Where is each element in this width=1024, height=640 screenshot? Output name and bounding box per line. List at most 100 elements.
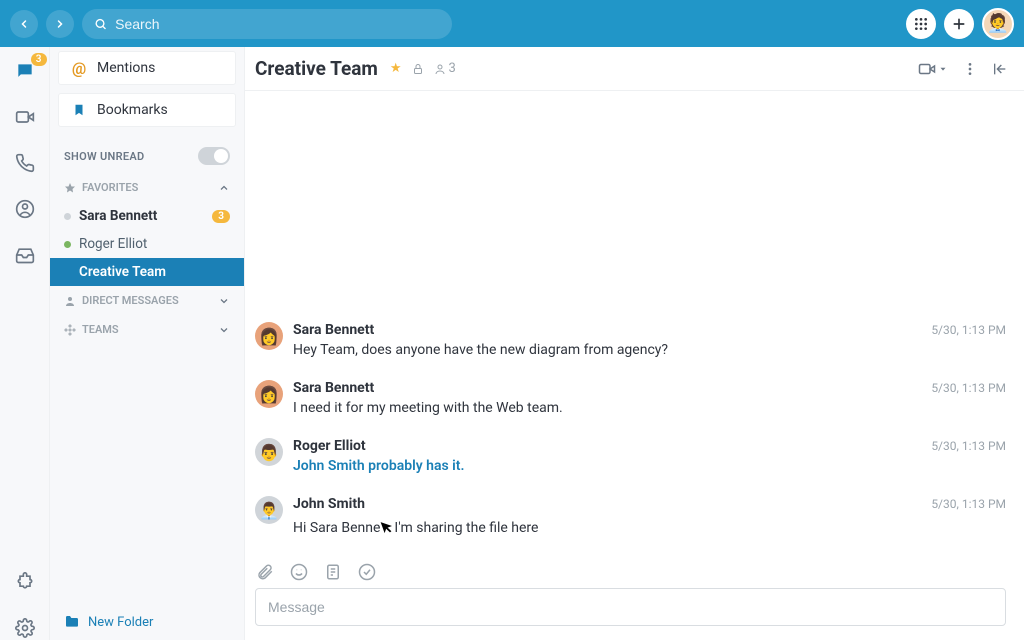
caret-down-icon: [938, 64, 948, 74]
video-icon: [15, 107, 35, 127]
nav-forward-button[interactable]: [46, 10, 74, 38]
composer-toolbar: [245, 554, 1024, 588]
show-unread-toggle[interactable]: [198, 147, 230, 165]
person-circle-icon: [15, 199, 35, 219]
person-icon: [64, 295, 76, 307]
search-field[interactable]: [82, 9, 452, 39]
team-icon: [64, 324, 76, 336]
contacts-rail-button[interactable]: [13, 197, 37, 221]
phone-icon: [15, 153, 35, 173]
chat-icon: [15, 61, 35, 81]
new-folder-button[interactable]: New Folder: [64, 614, 230, 630]
collapse-panel-button[interactable]: [992, 60, 1008, 78]
favorite-star-icon[interactable]: ★: [390, 61, 402, 76]
apps-rail-button[interactable]: [13, 570, 37, 594]
message-feed[interactable]: 👩 Sara Bennett 5/30, 1:13 PM Hey Team, does…: [245, 91, 1024, 554]
message-avatar[interactable]: 👩: [255, 322, 283, 350]
video-icon: [918, 60, 936, 78]
favorite-name: Sara Bennett: [79, 208, 204, 224]
topbar: 🧑‍💼: [0, 0, 1024, 47]
attach-button[interactable]: [255, 562, 275, 582]
new-folder-label: New Folder: [88, 615, 153, 630]
inbox-rail-button[interactable]: [13, 243, 37, 267]
conversation-header: Creative Team ★ 3: [245, 47, 1024, 91]
message-avatar[interactable]: 👨: [255, 438, 283, 466]
message: 👩 Sara Bennett 5/30, 1:13 PM Hey Team, does…: [255, 312, 1006, 370]
gear-icon: [15, 618, 35, 638]
show-unread-row: SHOW UNREAD: [50, 131, 244, 173]
favorite-item[interactable]: Creative Team: [50, 258, 244, 286]
composer-input-wrap[interactable]: [255, 588, 1006, 626]
add-button[interactable]: [944, 9, 974, 39]
message-avatar[interactable]: 👨‍💼: [255, 496, 283, 524]
sidebar: @ Mentions Bookmarks SHOW UNREAD FAVORIT…: [50, 47, 245, 640]
status-dot: [64, 241, 71, 248]
message-author[interactable]: Roger Elliot: [293, 438, 366, 454]
puzzle-icon: [15, 572, 35, 592]
message-avatar[interactable]: 👩: [255, 380, 283, 408]
favorite-item[interactable]: Roger Elliot: [50, 230, 244, 258]
favorite-item[interactable]: Sara Bennett 3: [50, 202, 244, 230]
message-timestamp: 5/30, 1:13 PM: [931, 439, 1006, 453]
bookmark-icon: [71, 103, 87, 117]
video-rail-button[interactable]: [13, 105, 37, 129]
cursor-icon: [380, 518, 394, 534]
favorites-section-header[interactable]: FAVORITES: [50, 173, 244, 202]
message-text: I need it for my meeting with the Web te…: [293, 400, 1006, 416]
check-circle-icon: [358, 563, 376, 581]
message-author[interactable]: John Smith: [293, 496, 365, 512]
conversation-pane: Creative Team ★ 3 👩 Sara Bennett 5/30, 1:1…: [245, 47, 1024, 640]
person-icon: [434, 63, 446, 75]
smile-icon: [290, 563, 308, 581]
more-options-button[interactable]: [962, 60, 978, 78]
lock-icon: [412, 63, 424, 75]
phone-rail-button[interactable]: [13, 151, 37, 175]
icon-rail: 3: [0, 47, 50, 640]
direct-messages-section-header[interactable]: DIRECT MESSAGES: [50, 286, 244, 315]
message-timestamp: 5/30, 1:13 PM: [931, 497, 1006, 511]
dialpad-button[interactable]: [906, 9, 936, 39]
message-timestamp: 5/30, 1:13 PM: [931, 381, 1006, 395]
bookmarks-label: Bookmarks: [97, 102, 168, 118]
search-icon: [94, 17, 107, 31]
message-text: Hey Team, does anyone have the new diagr…: [293, 342, 1006, 358]
message-author[interactable]: Sara Bennett: [293, 322, 374, 338]
chat-rail-button[interactable]: 3: [13, 59, 37, 83]
status-dot: [64, 213, 71, 220]
message-text[interactable]: John Smith probably has it.: [293, 458, 1006, 474]
message-timestamp: 5/30, 1:13 PM: [931, 323, 1006, 337]
chevron-right-icon: [54, 18, 66, 30]
note-icon: [324, 563, 342, 581]
member-count[interactable]: 3: [434, 61, 456, 76]
inbox-icon: [15, 245, 35, 265]
composer-input[interactable]: [268, 599, 993, 615]
settings-rail-button[interactable]: [13, 616, 37, 640]
at-icon: @: [71, 59, 87, 78]
message-text: Hi Sara BenneI'm sharing the file here: [293, 516, 1006, 536]
profile-avatar[interactable]: 🧑‍💼: [982, 8, 1014, 40]
star-icon: [64, 182, 76, 194]
chevron-up-icon: [218, 182, 230, 194]
task-button[interactable]: [357, 562, 377, 582]
teams-section-header[interactable]: TEAMS: [50, 315, 244, 344]
show-unread-label: SHOW UNREAD: [64, 150, 144, 163]
bookmarks-item[interactable]: Bookmarks: [58, 93, 236, 127]
message: 👩 Sara Bennett 5/30, 1:13 PM I need it for …: [255, 370, 1006, 428]
video-call-button[interactable]: [918, 60, 948, 78]
favorite-name: Creative Team: [79, 264, 230, 280]
mentions-label: Mentions: [97, 60, 155, 76]
conversation-title: Creative Team: [255, 57, 378, 80]
message: 👨 Roger Elliot 5/30, 1:13 PM John Smith pro…: [255, 428, 1006, 486]
search-input[interactable]: [115, 16, 440, 32]
note-button[interactable]: [323, 562, 343, 582]
emoji-button[interactable]: [289, 562, 309, 582]
nav-back-button[interactable]: [10, 10, 38, 38]
chevron-left-icon: [18, 18, 30, 30]
kebab-icon: [962, 61, 978, 77]
message-author[interactable]: Sara Bennett: [293, 380, 374, 396]
favorite-name: Roger Elliot: [79, 236, 230, 252]
unread-badge: 3: [212, 210, 230, 223]
chevron-down-icon: [218, 295, 230, 307]
paperclip-icon: [256, 563, 274, 581]
mentions-item[interactable]: @ Mentions: [58, 51, 236, 85]
